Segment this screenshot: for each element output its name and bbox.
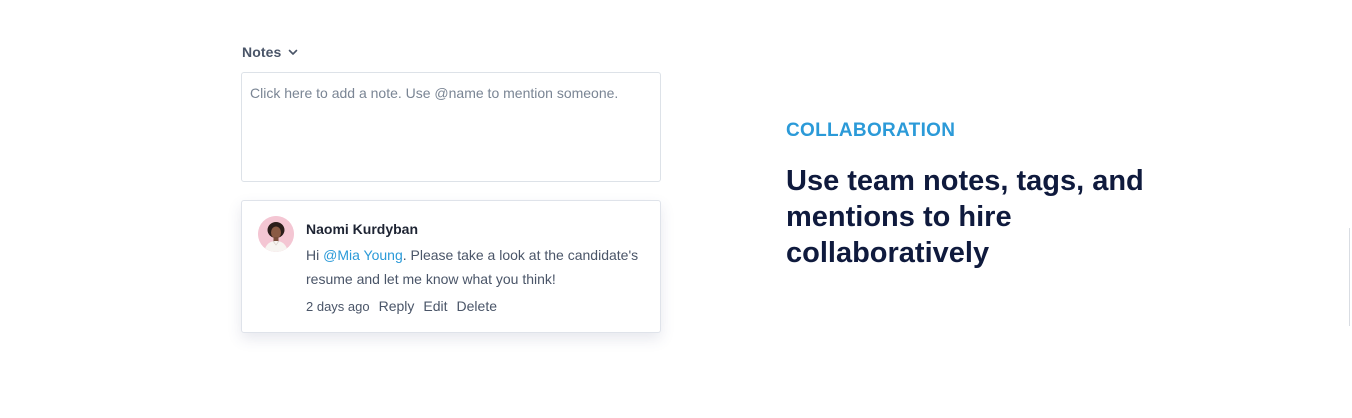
scrollbar-edge <box>1349 228 1350 326</box>
comment-author: Naomi Kurdyban <box>306 221 419 237</box>
reply-link[interactable]: Reply <box>379 298 415 314</box>
page: Notes Naomi Kurdyban Hi @Mia Young <box>0 0 1352 418</box>
comment-timestamp: 2 days ago <box>306 299 370 314</box>
comment-card: Naomi Kurdyban Hi @Mia Young. Please tak… <box>241 200 661 333</box>
section-eyebrow: COLLABORATION <box>786 120 956 141</box>
note-input[interactable] <box>241 72 661 182</box>
mention-link[interactable]: @Mia Young <box>323 247 403 263</box>
avatar[interactable] <box>258 216 294 252</box>
edit-link[interactable]: Edit <box>423 298 447 314</box>
chevron-down-icon <box>287 46 299 58</box>
comment-meta: 2 days ago Reply Edit Delete <box>306 298 497 314</box>
comment-body: Hi @Mia Young. Please take a look at the… <box>306 243 646 291</box>
notes-label: Notes <box>242 44 282 60</box>
section-headline: Use team notes, tags, and mentions to hi… <box>786 165 1144 269</box>
delete-link[interactable]: Delete <box>457 298 497 314</box>
comment-greeting: Hi <box>306 247 324 263</box>
notes-toggle[interactable]: Notes <box>242 44 299 60</box>
